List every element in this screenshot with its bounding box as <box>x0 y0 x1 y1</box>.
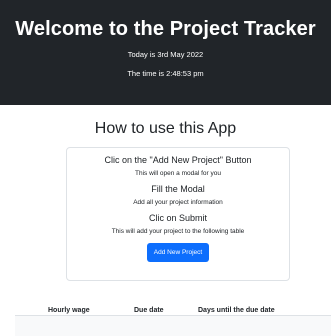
page-header: Welcome to the Project Tracker Today is … <box>0 0 331 105</box>
step-1-title: Clic on the "Add New Project" Button <box>104 155 252 165</box>
step-2-title: Fill the Modal <box>151 184 205 194</box>
add-new-project-button[interactable]: Add New Project <box>146 243 210 262</box>
step-2-description: Add all your project information <box>133 199 223 206</box>
current-date: Today is 3rd May 2022 <box>127 50 204 59</box>
instructions-heading: How to use this App <box>94 120 237 137</box>
step-3-description: This will add your project to the follow… <box>111 228 245 235</box>
page-title: Welcome to the Project Tracker <box>15 18 316 40</box>
current-time: The time is 2:48:53 pm <box>127 69 204 78</box>
instructions-card: Clic on the "Add New Project" Button Thi… <box>66 147 290 281</box>
step-3-title: Clic on Submit <box>148 213 208 223</box>
table-body-area <box>15 316 331 336</box>
page: Welcome to the Project Tracker Today is … <box>0 0 331 336</box>
step-1-description: This will open a modal for you <box>135 170 221 177</box>
